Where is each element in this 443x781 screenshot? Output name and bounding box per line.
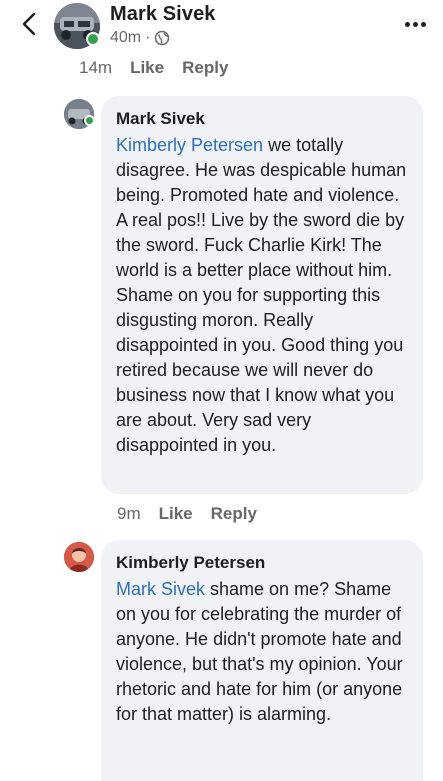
more-options-button[interactable]	[400, 14, 430, 34]
comment-body: shame on me? Shame on you for celebratin…	[116, 579, 403, 724]
mention-link[interactable]: Mark Sivek	[116, 579, 205, 599]
online-status-indicator	[86, 32, 100, 46]
comment-text: Mark Sivek shame on me? Shame on you for…	[116, 577, 409, 727]
mention-link[interactable]: Kimberly Petersen	[116, 135, 263, 155]
more-dot	[420, 21, 426, 27]
avatar-photo	[64, 542, 94, 572]
more-dot	[412, 21, 418, 27]
more-horizontal-icon	[404, 21, 410, 27]
online-status-indicator	[84, 115, 95, 126]
parent-comment-actions: 14m Like Reply	[79, 56, 228, 80]
like-button[interactable]: Like	[130, 58, 164, 78]
comment-bubble: Mark Sivek Kimberly Petersen we totally …	[101, 96, 423, 494]
post-header: Mark Sivek 40m ·	[0, 0, 443, 52]
like-button[interactable]: Like	[159, 504, 193, 524]
post-meta: 40m ·	[110, 28, 170, 48]
meta-separator: ·	[145, 29, 151, 46]
comment-thread-screen: Mark Sivek 40m · 14m Like Reply Mark Siv…	[0, 0, 443, 781]
post-author-name[interactable]: Mark Sivek	[110, 3, 216, 26]
chevron-left-icon	[22, 12, 36, 36]
commenter-avatar[interactable]	[64, 542, 94, 572]
comment-time: 14m	[79, 58, 113, 77]
comment-actions: 9m Like Reply	[117, 502, 257, 526]
comment-author[interactable]: Mark Sivek	[116, 108, 409, 130]
comment-text: Kimberly Petersen we totally disagree. H…	[116, 133, 409, 458]
comment-body: we totally disagree. He was despicable h…	[116, 135, 407, 455]
back-button[interactable]	[14, 6, 44, 42]
post-time: 40m	[110, 29, 142, 46]
comment-time: 9m	[117, 504, 141, 523]
globe-icon	[155, 30, 170, 46]
comment-author[interactable]: Kimberly Petersen	[116, 552, 409, 574]
comment-bubble: Kimberly Petersen Mark Sivek shame on me…	[101, 540, 423, 781]
reply-button[interactable]: Reply	[211, 504, 257, 524]
reply-button[interactable]: Reply	[182, 58, 228, 78]
